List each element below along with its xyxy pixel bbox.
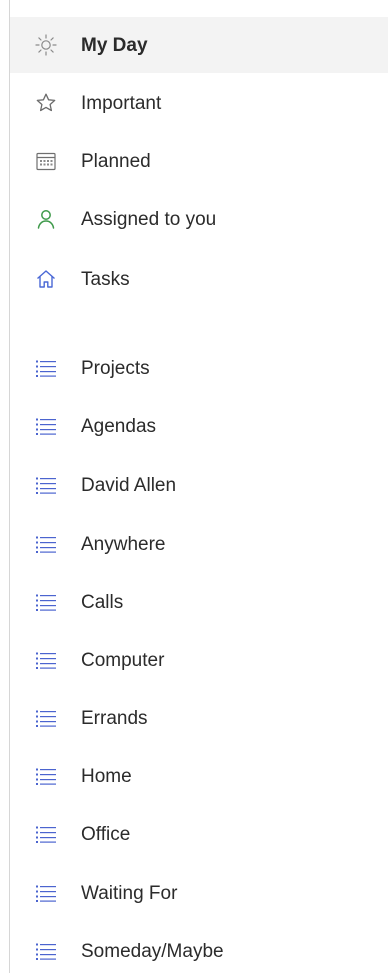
- star-icon: [34, 91, 58, 115]
- list-icon: [34, 881, 58, 905]
- nav-item-label: Planned: [81, 150, 151, 172]
- nav-item-label: Important: [81, 92, 162, 114]
- nav-item-my-day[interactable]: My Day: [10, 17, 388, 73]
- nav-item-important[interactable]: Important: [10, 75, 388, 131]
- sun-icon: [34, 33, 58, 57]
- navigation-pane: My Day Important Planned Assigned to you…: [0, 0, 388, 973]
- nav-item-tasks[interactable]: Tasks: [10, 251, 388, 307]
- list-icon: [34, 414, 58, 438]
- list-item-label: Waiting For: [81, 882, 178, 904]
- list-item[interactable]: Home: [10, 748, 388, 804]
- list-item-label: David Allen: [81, 474, 177, 496]
- list-item-label: Computer: [81, 649, 165, 671]
- list-icon: [34, 822, 58, 846]
- list-item[interactable]: Waiting For: [10, 865, 388, 921]
- list-icon: [34, 590, 58, 614]
- nav-item-label: Tasks: [81, 268, 130, 290]
- list-item[interactable]: Anywhere: [10, 516, 388, 572]
- list-item[interactable]: Agendas: [10, 398, 388, 454]
- list-icon: [34, 648, 58, 672]
- person-icon: [34, 207, 58, 231]
- list-item-label: Home: [81, 765, 132, 787]
- list-item[interactable]: Projects: [10, 340, 388, 396]
- list-icon: [34, 939, 58, 963]
- list-item-label: Someday/Maybe: [81, 940, 224, 962]
- list-item-label: Calls: [81, 591, 124, 613]
- list-item[interactable]: Errands: [10, 690, 388, 746]
- list-item[interactable]: Someday/Maybe: [10, 923, 388, 979]
- home-icon: [34, 267, 58, 291]
- nav-item-label: My Day: [81, 34, 148, 56]
- list-item-label: Agendas: [81, 415, 157, 437]
- list-item-label: Errands: [81, 707, 148, 729]
- list-item[interactable]: Computer: [10, 632, 388, 688]
- list-item-label: Anywhere: [81, 533, 166, 555]
- nav-item-label: Assigned to you: [81, 208, 217, 230]
- list-icon: [34, 356, 58, 380]
- list-item[interactable]: Office: [10, 806, 388, 862]
- calendar-icon: [34, 149, 58, 173]
- list-icon: [34, 764, 58, 788]
- list-icon: [34, 532, 58, 556]
- list-item[interactable]: David Allen: [10, 457, 388, 513]
- list-icon: [34, 706, 58, 730]
- list-item-label: Projects: [81, 357, 150, 379]
- nav-item-assigned-to-you[interactable]: Assigned to you: [10, 191, 388, 247]
- list-item-label: Office: [81, 823, 131, 845]
- nav-item-planned[interactable]: Planned: [10, 133, 388, 189]
- list-icon: [34, 473, 58, 497]
- list-item[interactable]: Calls: [10, 574, 388, 630]
